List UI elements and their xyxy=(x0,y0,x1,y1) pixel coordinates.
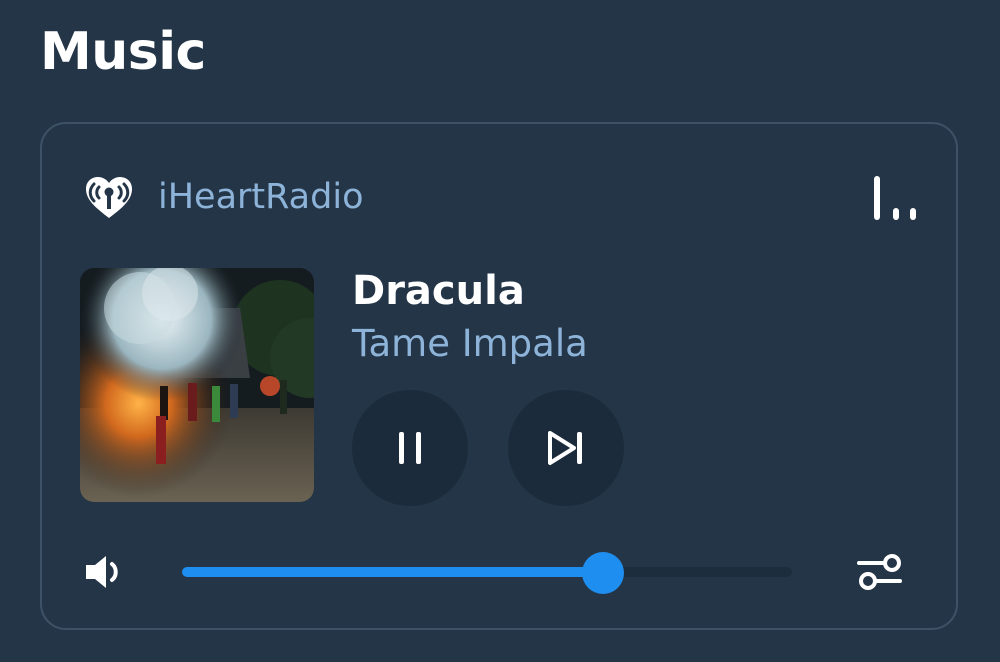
pause-icon xyxy=(399,432,421,464)
source-header: iHeartRadio xyxy=(82,174,364,220)
pause-button[interactable] xyxy=(352,390,468,506)
volume-slider[interactable] xyxy=(182,552,792,594)
next-button[interactable] xyxy=(508,390,624,506)
track-title: Dracula xyxy=(352,268,525,314)
section-title: Music xyxy=(40,22,206,82)
iheartradio-logo-icon xyxy=(86,177,132,218)
sliders-icon[interactable] xyxy=(856,552,904,592)
bars-icon[interactable] xyxy=(874,174,918,222)
music-card: iHeartRadio Dracula Tame Impala xyxy=(40,122,958,630)
skip-next-icon xyxy=(548,431,582,465)
source-name: iHeartRadio xyxy=(158,177,364,217)
volume-thumb[interactable] xyxy=(581,552,624,594)
volume-icon[interactable] xyxy=(84,554,126,590)
album-artwork-image xyxy=(80,268,314,502)
album-artwork xyxy=(80,268,314,502)
track-artist: Tame Impala xyxy=(352,322,588,365)
volume-fill xyxy=(182,567,603,577)
